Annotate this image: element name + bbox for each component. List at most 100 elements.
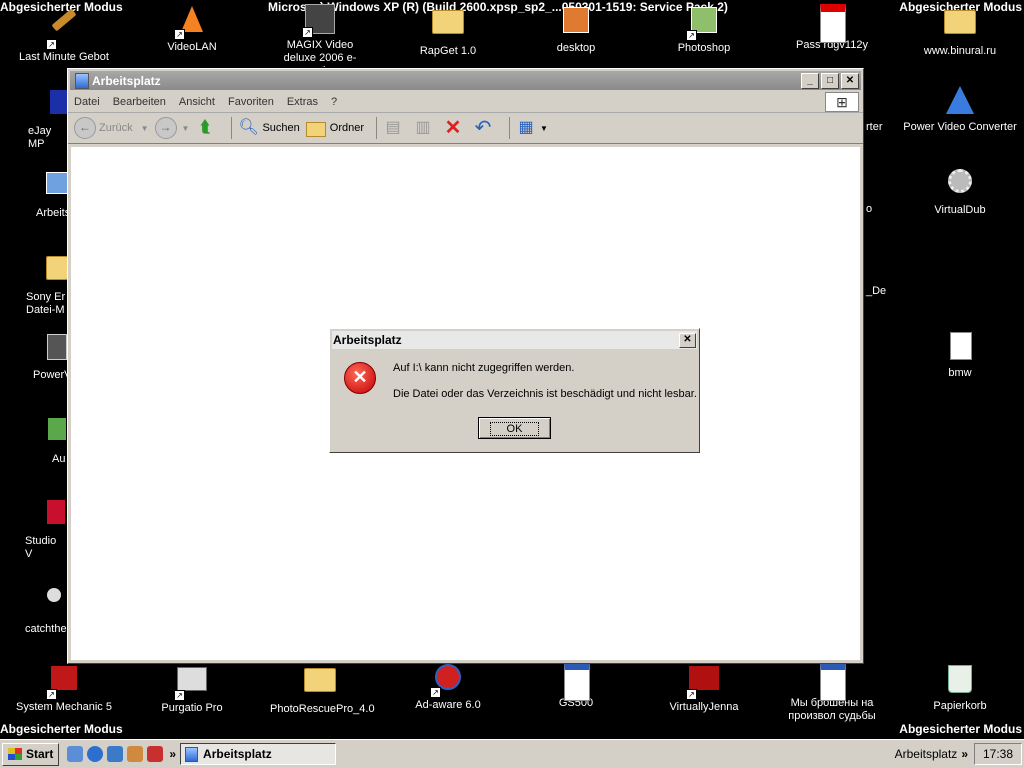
quick-launch-chevron-icon[interactable]: » [169, 747, 176, 761]
up-folder-button[interactable]: ⮬ [195, 118, 219, 138]
windows-flag-icon [8, 748, 22, 760]
search-icon: 🔍︎ [238, 119, 259, 136]
ok-button[interactable]: OK [478, 417, 551, 439]
recycle-bin-icon [944, 665, 976, 697]
menu-help[interactable]: ? [331, 96, 337, 108]
partial-icon-label: _De [866, 285, 887, 297]
desktop-icon-au[interactable]: Au [48, 414, 66, 466]
dialog-close-button[interactable]: ✕ [679, 332, 696, 348]
desktop-icon-binural[interactable]: www.binural.ru [910, 4, 1010, 58]
toolbar-separator [231, 117, 233, 139]
desktop-icon-purgatio[interactable]: ↗ Purgatio Pro [142, 662, 242, 715]
word-doc-icon [816, 662, 848, 701]
menu-favoriten[interactable]: Favoriten [228, 96, 274, 108]
desktop-icon-system-mechanic[interactable]: ↗ System Mechanic 5 [14, 662, 114, 714]
menu-ansicht[interactable]: Ansicht [179, 96, 215, 108]
dialog-titlebar[interactable]: Arbeitsplatz ✕ [332, 331, 697, 349]
adaware-icon: ↗ [430, 664, 464, 698]
up-arrow-icon: ⮬ [200, 119, 211, 136]
safe-mode-label-bottom-left: Abgesicherter Modus [0, 722, 123, 736]
computer-icon [185, 746, 199, 762]
move-to-button[interactable]: ▤ [383, 118, 407, 138]
desktop-icon-virtualdub[interactable]: VirtualDub [910, 168, 1010, 217]
desktop-icon-arbeitsplatz[interactable]: Arbeits [36, 168, 70, 220]
desktop-icon-videolan[interactable]: ↗ VideoLAN [142, 4, 242, 54]
computer-icon [75, 72, 89, 89]
pdf-icon [816, 4, 848, 43]
desktop-icon-power-video-converter[interactable]: Power Video Converter [898, 86, 1022, 134]
desktop-icon-photoshop[interactable]: ↗ Photoshop [654, 4, 754, 55]
copy-to-button[interactable]: ▥ [413, 118, 437, 138]
forward-button[interactable]: → ▼ [154, 117, 189, 139]
desktop-icon-photorescue[interactable]: PhotoRescuePro_4.0 [270, 662, 375, 716]
desktop-icon [560, 7, 592, 39]
internet-explorer-icon[interactable] [87, 746, 104, 762]
quick-launch [67, 746, 164, 762]
delete-button[interactable]: ✕ [443, 118, 467, 138]
start-button[interactable]: Start [2, 742, 60, 766]
maximize-button[interactable]: □ [821, 72, 839, 89]
desktop-icon-gs500[interactable]: GS500 [526, 662, 626, 710]
ok-button-label: OK [489, 422, 540, 436]
views-button[interactable]: ▦ ▼ [516, 118, 548, 138]
folder-icon [432, 10, 464, 42]
tray-chevron-icon[interactable]: » [961, 747, 968, 761]
image-icon [48, 418, 66, 450]
back-button[interactable]: ← Zurück ▼ [74, 117, 149, 139]
quick-launch-app-icon[interactable] [147, 746, 164, 762]
move-icon: ▤ [385, 119, 401, 136]
chevron-down-icon: ▼ [540, 123, 548, 133]
system-clock[interactable]: 17:38 [974, 743, 1022, 765]
desktop-icon-bmw[interactable]: bmw [910, 332, 1010, 380]
dialog-message-secondary: Die Datei oder das Verzeichnis ist besch… [393, 388, 697, 400]
folder-icon [304, 668, 336, 700]
menu-datei[interactable]: Datei [74, 96, 100, 108]
desktop-icon-recycle-bin[interactable]: Papierkorb [910, 662, 1010, 713]
error-dialog[interactable]: Arbeitsplatz ✕ ✕ Auf I:\ kann nicht zuge… [329, 328, 700, 453]
delete-x-icon: ✕ [444, 117, 462, 139]
desktop-icon-virtuallyjenna[interactable]: ↗ VirtuallyJenna [654, 662, 754, 714]
back-arrow-icon: ← [74, 117, 96, 139]
explorer-titlebar[interactable]: Arbeitsplatz _ □ ✕ [70, 71, 861, 90]
quick-launch-app-icon[interactable] [127, 746, 144, 762]
quick-launch-desktop-icon[interactable] [67, 746, 84, 762]
notepad-icon [944, 332, 976, 364]
folders-button[interactable]: Ordner [305, 118, 364, 138]
copy-icon: ▥ [415, 119, 431, 136]
minimize-button[interactable]: _ [801, 72, 819, 89]
word-doc-icon [560, 662, 592, 701]
vlc-cone-icon: ↗ [174, 6, 208, 40]
desktop-icon-adaware[interactable]: ↗ Ad-aware 6.0 [398, 662, 498, 712]
undo-button[interactable]: ↶ [473, 118, 497, 138]
desktop-icon-last-minute-gebot[interactable]: ↗ Last Minute Gebot [14, 4, 114, 64]
explorer-title: Arbeitsplatz [92, 73, 161, 88]
gear-icon [944, 169, 976, 201]
desktop-icon-desktop[interactable]: desktop [526, 4, 626, 55]
desktop-icon-russian-doc[interactable]: Мы брошены на произвол судьбы [774, 662, 890, 723]
desktop-icon-rapget[interactable]: RapGet 1.0 [398, 4, 498, 58]
desktop-icon-ejay[interactable]: eJay MP [0, 86, 70, 151]
taskbar-button-arbeitsplatz[interactable]: Arbeitsplatz [180, 743, 337, 765]
windows-logo-icon: ⊞ [825, 92, 859, 112]
search-button[interactable]: 🔍︎ Suchen [238, 118, 299, 138]
vj-icon: ↗ [686, 666, 720, 700]
desktop-icon-catchthe[interactable]: catchthe [25, 578, 67, 636]
toolbar-separator [509, 117, 511, 139]
views-grid-icon: ▦ [518, 119, 534, 136]
taskbar: Start » Arbeitsplatz Arbeitsplatz » 17:3… [0, 739, 1024, 768]
folder-icon [944, 10, 976, 42]
close-button[interactable]: ✕ [841, 72, 859, 89]
chevron-down-icon: ▼ [140, 123, 149, 133]
menu-bearbeiten[interactable]: Bearbeiten [113, 96, 166, 108]
desktop-icon-magix[interactable]: ↗ MAGIX Video deluxe 2006 e-version [270, 4, 370, 78]
undo-icon: ↶ [474, 117, 492, 139]
catch-icon [47, 588, 65, 620]
forward-arrow-icon: → [154, 117, 177, 139]
media-player-icon[interactable] [107, 746, 124, 762]
desktop-icon-pass-pdf[interactable]: Pass rdgv112y [782, 4, 882, 52]
desktop-icon-powerv[interactable]: PowerV [33, 332, 72, 382]
menu-extras[interactable]: Extras [287, 96, 318, 108]
desktop-icon-sony-ericsson[interactable]: Sony Er Datei-M [26, 250, 68, 317]
desktop-icon-studio[interactable]: Studio V [25, 496, 66, 561]
photoshop-icon: ↗ [686, 7, 720, 41]
